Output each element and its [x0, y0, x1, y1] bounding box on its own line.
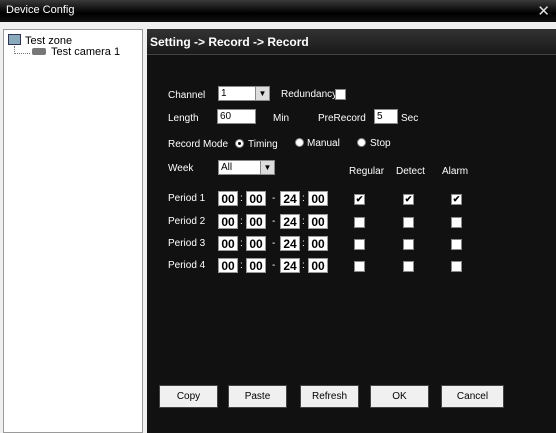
- regular-header: Regular: [349, 166, 385, 177]
- regular-checkbox[interactable]: [354, 239, 365, 250]
- device-tree: Test zone Test camera 1: [3, 29, 143, 433]
- end-hour-field[interactable]: 24: [280, 236, 300, 251]
- time-separator: :: [302, 260, 305, 271]
- alarm-checkbox[interactable]: [451, 239, 462, 250]
- redundancy-checkbox[interactable]: [335, 89, 346, 100]
- mode-stop-radio[interactable]: [357, 138, 366, 147]
- mode-manual-radio[interactable]: [295, 138, 304, 147]
- time-separator: :: [240, 260, 243, 271]
- regular-checkbox[interactable]: ✔: [354, 194, 365, 205]
- mode-manual-label: Manual: [307, 138, 340, 149]
- time-separator: :: [302, 216, 305, 227]
- range-separator: -: [272, 216, 276, 227]
- time-separator: :: [302, 193, 305, 204]
- record-settings-panel: Setting -> Record -> Record Channel 1 ▼ …: [147, 29, 556, 433]
- channel-label: Channel: [168, 90, 206, 101]
- title-bar: Device Config ✕: [0, 0, 556, 22]
- end-hour-field[interactable]: 24: [280, 191, 300, 206]
- regular-checkbox[interactable]: [354, 217, 365, 228]
- channel-value: 1: [221, 88, 227, 99]
- detect-header: Detect: [396, 166, 425, 177]
- channel-select[interactable]: 1 ▼: [218, 86, 270, 101]
- redundancy-label: Redundancy: [281, 89, 338, 100]
- period-label: Period 4: [168, 260, 206, 271]
- end-hour-field[interactable]: 24: [280, 214, 300, 229]
- end-minute-field[interactable]: 00: [308, 191, 328, 206]
- tree-item-camera[interactable]: Test camera 1: [32, 46, 120, 58]
- time-separator: :: [240, 193, 243, 204]
- range-separator: -: [272, 193, 276, 204]
- zone-icon: [8, 34, 21, 45]
- start-hour-field[interactable]: 00: [218, 214, 238, 229]
- end-minute-field[interactable]: 00: [308, 214, 328, 229]
- period-label: Period 3: [168, 238, 206, 249]
- mode-stop-label: Stop: [370, 138, 391, 149]
- start-hour-field[interactable]: 00: [218, 236, 238, 251]
- panel-header: Setting -> Record -> Record: [147, 29, 556, 55]
- start-hour-field[interactable]: 00: [218, 191, 238, 206]
- period-label: Period 1: [168, 193, 206, 204]
- length-input[interactable]: 60: [217, 109, 256, 124]
- detect-checkbox[interactable]: ✔: [403, 194, 414, 205]
- start-hour-field[interactable]: 00: [218, 258, 238, 273]
- start-minute-field[interactable]: 00: [246, 258, 266, 273]
- end-minute-field[interactable]: 00: [308, 258, 328, 273]
- start-minute-field[interactable]: 00: [246, 214, 266, 229]
- prerecord-label: PreRecord: [318, 113, 366, 124]
- refresh-button[interactable]: Refresh: [300, 385, 359, 408]
- record-mode-label: Record Mode: [168, 139, 229, 150]
- alarm-checkbox[interactable]: ✔: [451, 194, 462, 205]
- start-minute-field[interactable]: 00: [246, 191, 266, 206]
- week-select[interactable]: All ▼: [218, 160, 275, 175]
- alarm-checkbox[interactable]: [451, 261, 462, 272]
- detect-checkbox[interactable]: [403, 239, 414, 250]
- tree-item-camera-label: Test camera 1: [51, 46, 121, 58]
- copy-button[interactable]: Copy: [159, 385, 218, 408]
- mode-timing-label: Timing: [248, 139, 278, 150]
- chevron-down-icon[interactable]: ▼: [260, 161, 274, 174]
- week-label: Week: [168, 163, 194, 174]
- length-unit: Min: [273, 113, 290, 124]
- time-separator: :: [302, 238, 305, 249]
- cancel-button[interactable]: Cancel: [441, 385, 504, 408]
- prerecord-input[interactable]: 5: [374, 109, 398, 124]
- time-separator: :: [240, 216, 243, 227]
- window-title: Device Config: [6, 4, 75, 16]
- regular-checkbox[interactable]: [354, 261, 365, 272]
- camera-icon: [32, 48, 46, 55]
- breadcrumb: Setting -> Record -> Record: [150, 35, 309, 49]
- time-separator: :: [240, 238, 243, 249]
- ok-button[interactable]: OK: [370, 385, 429, 408]
- range-separator: -: [272, 238, 276, 249]
- chevron-down-icon[interactable]: ▼: [255, 87, 269, 100]
- paste-button[interactable]: Paste: [228, 385, 287, 408]
- close-icon[interactable]: ✕: [537, 2, 550, 20]
- mode-timing-radio[interactable]: [235, 139, 244, 148]
- alarm-checkbox[interactable]: [451, 217, 462, 228]
- tree-connector: [14, 53, 30, 54]
- week-value: All: [221, 162, 233, 173]
- alarm-header: Alarm: [442, 166, 469, 177]
- period-label: Period 2: [168, 216, 206, 227]
- detect-checkbox[interactable]: [403, 261, 414, 272]
- start-minute-field[interactable]: 00: [246, 236, 266, 251]
- detect-checkbox[interactable]: [403, 217, 414, 228]
- range-separator: -: [272, 260, 276, 271]
- length-label: Length: [168, 113, 199, 124]
- end-minute-field[interactable]: 00: [308, 236, 328, 251]
- end-hour-field[interactable]: 24: [280, 258, 300, 273]
- prerecord-unit: Sec: [401, 113, 419, 124]
